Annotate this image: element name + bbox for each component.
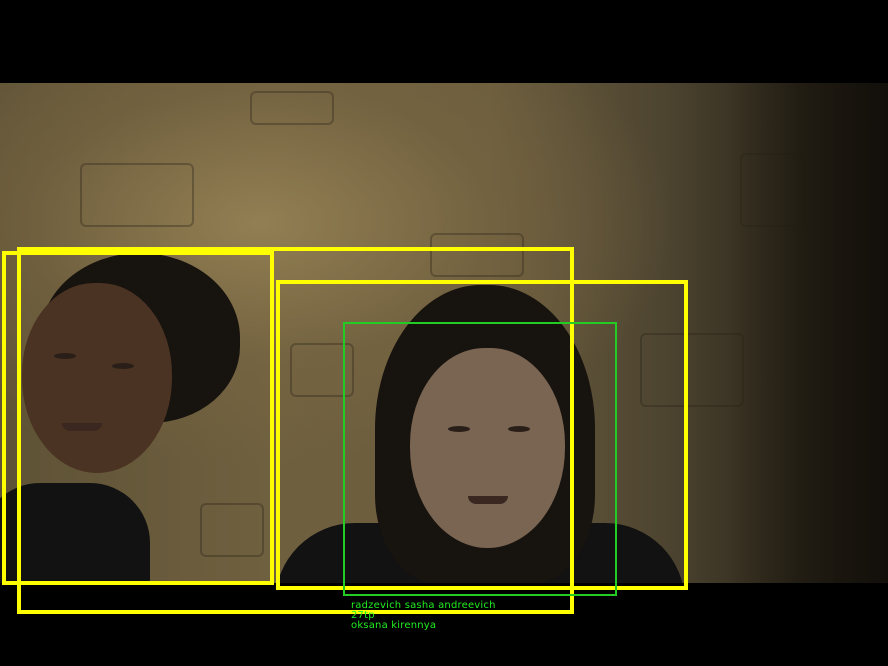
wallpaper-motif [250, 91, 334, 125]
camera-view: radzevich sasha andreevich 27tp oksana k… [0, 0, 888, 666]
vignette [728, 83, 888, 583]
recognition-label: oksana kirennya [351, 620, 437, 631]
wallpaper-motif [80, 163, 194, 227]
recognition-box [343, 322, 617, 596]
